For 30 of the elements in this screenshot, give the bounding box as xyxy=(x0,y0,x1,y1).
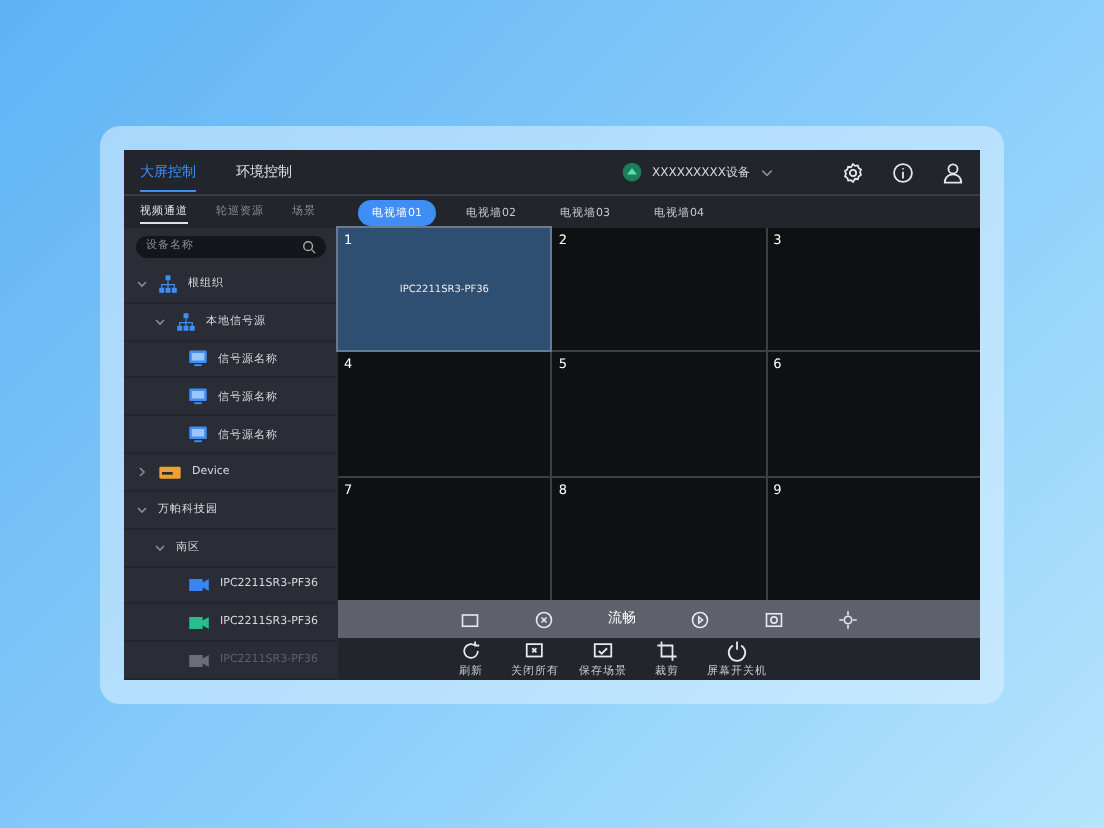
crosshair-icon[interactable] xyxy=(838,609,858,629)
user-icon[interactable] xyxy=(942,161,964,183)
chevron-down-icon[interactable] xyxy=(760,165,774,179)
refresh-icon[interactable] xyxy=(460,640,482,662)
chevron-right-icon[interactable] xyxy=(136,465,148,478)
hierarchy-icon xyxy=(158,273,178,294)
monitor-icon xyxy=(188,386,208,407)
crop-icon[interactable] xyxy=(656,640,678,662)
save-icon[interactable] xyxy=(592,640,614,662)
device-icon xyxy=(158,461,182,482)
chevron-down-icon[interactable] xyxy=(136,503,148,516)
video-camera-icon xyxy=(188,613,210,632)
video-camera-icon xyxy=(188,651,210,670)
power-icon[interactable] xyxy=(726,640,748,662)
monitor-icon xyxy=(188,348,208,369)
search-icon xyxy=(302,240,316,254)
camera-icon[interactable] xyxy=(764,609,784,629)
hierarchy-icon xyxy=(176,311,196,332)
chevron-down-icon[interactable] xyxy=(154,541,166,554)
chevron-down-icon[interactable] xyxy=(136,277,148,290)
settings-icon[interactable] xyxy=(842,161,864,183)
monitor-icon xyxy=(188,424,208,445)
chevron-down-icon[interactable] xyxy=(154,315,166,328)
play-icon[interactable] xyxy=(690,609,710,629)
info-icon[interactable] xyxy=(892,161,914,183)
video-camera-icon xyxy=(188,575,210,594)
rectangle-icon[interactable] xyxy=(460,609,480,629)
close-all-icon[interactable] xyxy=(524,640,546,662)
device-status-icon xyxy=(622,162,642,182)
close-icon[interactable] xyxy=(534,609,554,629)
